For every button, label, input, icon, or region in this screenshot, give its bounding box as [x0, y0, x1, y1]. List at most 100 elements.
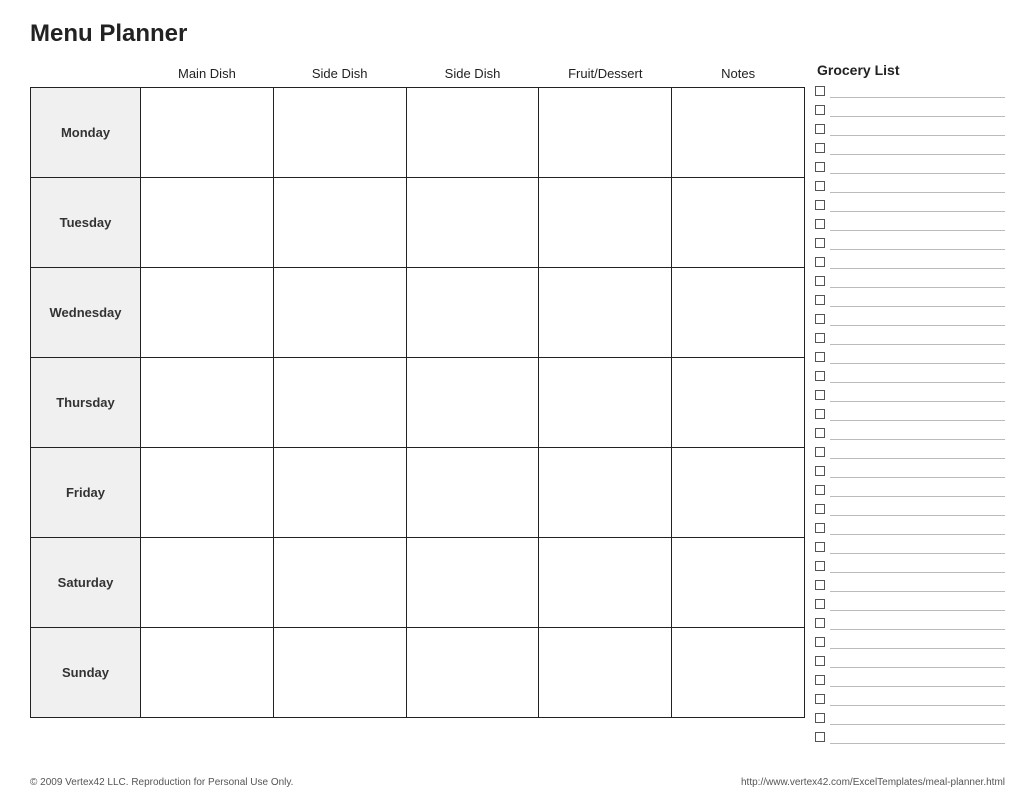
content-cell[interactable] [672, 88, 805, 178]
grocery-item[interactable] [815, 367, 1005, 384]
content-cell[interactable] [539, 358, 672, 448]
grocery-checkbox[interactable] [815, 485, 825, 495]
grocery-item[interactable] [815, 424, 1005, 441]
grocery-checkbox[interactable] [815, 580, 825, 590]
grocery-checkbox[interactable] [815, 409, 825, 419]
grocery-item[interactable] [815, 443, 1005, 460]
grocery-checkbox[interactable] [815, 86, 825, 96]
content-cell[interactable] [273, 628, 406, 718]
grocery-checkbox[interactable] [815, 694, 825, 704]
grocery-checkbox[interactable] [815, 561, 825, 571]
content-cell[interactable] [141, 628, 274, 718]
content-cell[interactable] [539, 628, 672, 718]
grocery-item[interactable] [815, 405, 1005, 422]
grocery-item[interactable] [815, 158, 1005, 175]
content-cell[interactable] [406, 178, 539, 268]
grocery-item[interactable] [815, 120, 1005, 137]
content-cell[interactable] [406, 268, 539, 358]
grocery-checkbox[interactable] [815, 713, 825, 723]
grocery-item[interactable] [815, 101, 1005, 118]
grocery-item[interactable] [815, 614, 1005, 631]
grocery-checkbox[interactable] [815, 675, 825, 685]
grocery-checkbox[interactable] [815, 105, 825, 115]
content-cell[interactable] [141, 358, 274, 448]
grocery-item[interactable] [815, 709, 1005, 726]
content-cell[interactable] [273, 448, 406, 538]
grocery-checkbox[interactable] [815, 333, 825, 343]
grocery-checkbox[interactable] [815, 219, 825, 229]
grocery-checkbox[interactable] [815, 447, 825, 457]
grocery-item[interactable] [815, 177, 1005, 194]
content-cell[interactable] [273, 358, 406, 448]
content-cell[interactable] [672, 358, 805, 448]
grocery-item[interactable] [815, 671, 1005, 688]
grocery-item[interactable] [815, 139, 1005, 156]
grocery-item[interactable] [815, 215, 1005, 232]
grocery-checkbox[interactable] [815, 371, 825, 381]
content-cell[interactable] [141, 178, 274, 268]
grocery-item[interactable] [815, 462, 1005, 479]
grocery-item[interactable] [815, 576, 1005, 593]
grocery-checkbox[interactable] [815, 314, 825, 324]
grocery-checkbox[interactable] [815, 599, 825, 609]
grocery-checkbox[interactable] [815, 428, 825, 438]
grocery-checkbox[interactable] [815, 200, 825, 210]
grocery-checkbox[interactable] [815, 276, 825, 286]
grocery-checkbox[interactable] [815, 295, 825, 305]
grocery-checkbox[interactable] [815, 523, 825, 533]
content-cell[interactable] [672, 268, 805, 358]
grocery-item[interactable] [815, 386, 1005, 403]
content-cell[interactable] [539, 88, 672, 178]
grocery-checkbox[interactable] [815, 390, 825, 400]
content-cell[interactable] [539, 538, 672, 628]
grocery-item[interactable] [815, 519, 1005, 536]
grocery-checkbox[interactable] [815, 143, 825, 153]
grocery-item[interactable] [815, 500, 1005, 517]
content-cell[interactable] [406, 448, 539, 538]
grocery-item[interactable] [815, 82, 1005, 99]
content-cell[interactable] [672, 178, 805, 268]
content-cell[interactable] [539, 178, 672, 268]
grocery-checkbox[interactable] [815, 732, 825, 742]
content-cell[interactable] [406, 538, 539, 628]
content-cell[interactable] [672, 628, 805, 718]
content-cell[interactable] [672, 538, 805, 628]
grocery-checkbox[interactable] [815, 257, 825, 267]
grocery-item[interactable] [815, 690, 1005, 707]
grocery-checkbox[interactable] [815, 466, 825, 476]
grocery-checkbox[interactable] [815, 637, 825, 647]
grocery-item[interactable] [815, 329, 1005, 346]
grocery-item[interactable] [815, 234, 1005, 251]
grocery-checkbox[interactable] [815, 352, 825, 362]
grocery-item[interactable] [815, 557, 1005, 574]
grocery-item[interactable] [815, 253, 1005, 270]
grocery-checkbox[interactable] [815, 542, 825, 552]
grocery-checkbox[interactable] [815, 238, 825, 248]
grocery-item[interactable] [815, 196, 1005, 213]
content-cell[interactable] [273, 178, 406, 268]
grocery-item[interactable] [815, 310, 1005, 327]
content-cell[interactable] [273, 538, 406, 628]
content-cell[interactable] [141, 448, 274, 538]
content-cell[interactable] [273, 268, 406, 358]
content-cell[interactable] [539, 448, 672, 538]
grocery-checkbox[interactable] [815, 504, 825, 514]
grocery-item[interactable] [815, 481, 1005, 498]
content-cell[interactable] [539, 268, 672, 358]
grocery-item[interactable] [815, 291, 1005, 308]
grocery-item[interactable] [815, 538, 1005, 555]
grocery-item[interactable] [815, 272, 1005, 289]
content-cell[interactable] [273, 88, 406, 178]
content-cell[interactable] [406, 358, 539, 448]
grocery-checkbox[interactable] [815, 162, 825, 172]
grocery-item[interactable] [815, 652, 1005, 669]
grocery-item[interactable] [815, 348, 1005, 365]
grocery-item[interactable] [815, 728, 1005, 745]
grocery-checkbox[interactable] [815, 656, 825, 666]
grocery-checkbox[interactable] [815, 124, 825, 134]
content-cell[interactable] [141, 538, 274, 628]
content-cell[interactable] [406, 628, 539, 718]
grocery-item[interactable] [815, 595, 1005, 612]
grocery-item[interactable] [815, 633, 1005, 650]
content-cell[interactable] [141, 268, 274, 358]
